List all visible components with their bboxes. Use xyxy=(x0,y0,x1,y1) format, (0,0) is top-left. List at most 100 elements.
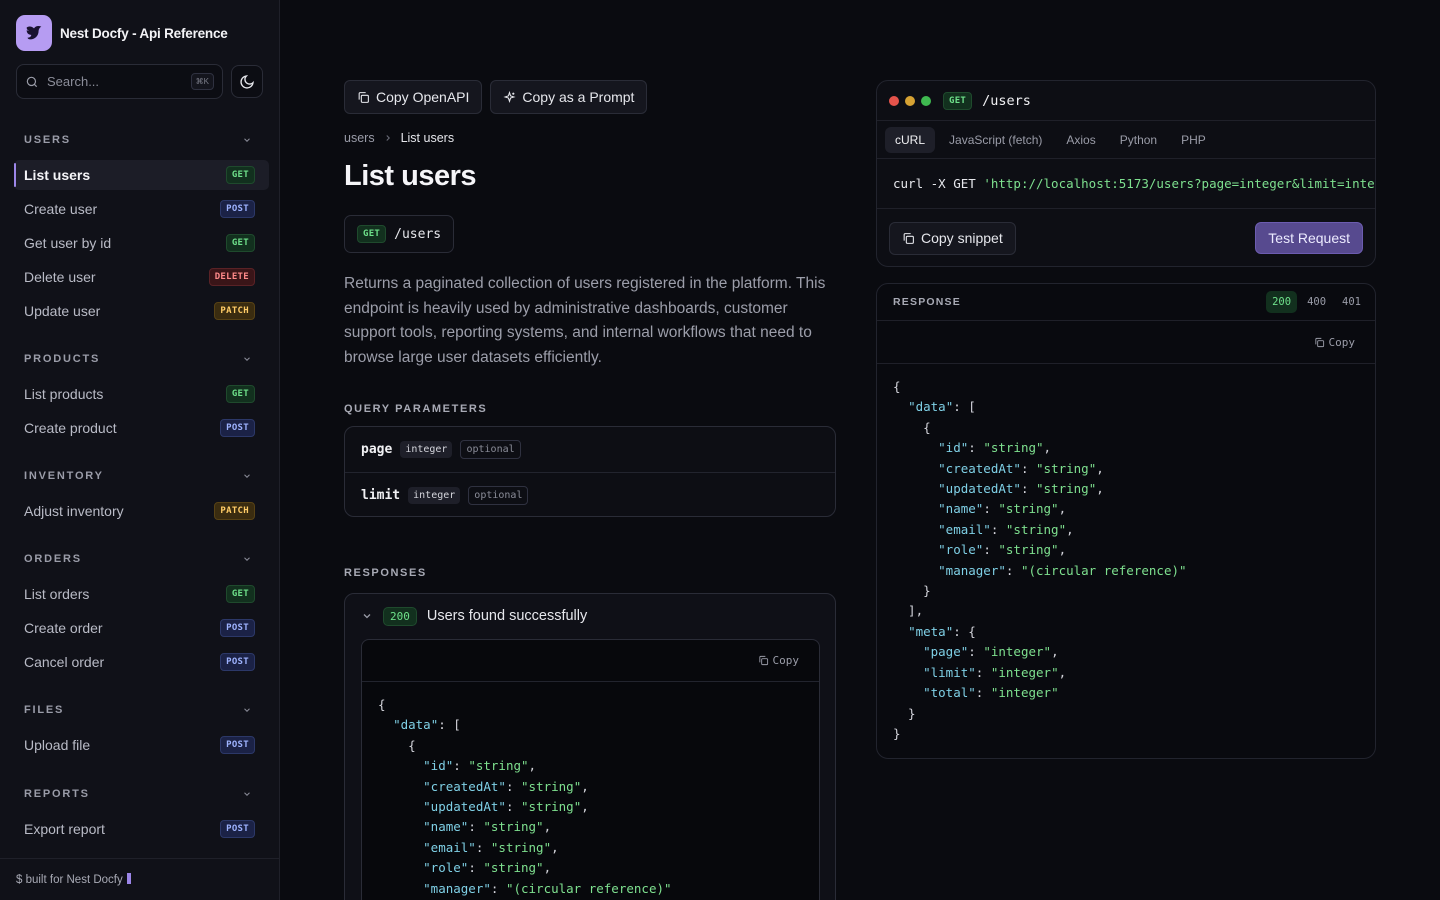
sidebar-item-label: Create product xyxy=(24,420,117,436)
method-badge: POST xyxy=(220,619,255,637)
tab-curl[interactable]: cURL xyxy=(885,126,936,153)
section-header[interactable]: USERS xyxy=(0,130,280,150)
tab-axios[interactable]: Axios xyxy=(1056,127,1105,153)
app-title: Nest Docfy - Api Reference xyxy=(60,25,228,41)
sidebar-item-upload-file[interactable]: Upload file POST xyxy=(14,730,269,760)
theme-toggle-button[interactable] xyxy=(231,65,263,98)
sidebar-section-reports: REPORTS Export report POST xyxy=(0,784,280,848)
sidebar-item-export-report[interactable]: Export report POST xyxy=(14,814,269,844)
sidebar-item-label: Cancel order xyxy=(24,654,105,670)
method-badge: GET xyxy=(225,585,255,603)
breadcrumb-parent[interactable]: users xyxy=(344,131,375,145)
test-request-button[interactable]: Test Request xyxy=(1255,222,1363,254)
response-header[interactable]: 200 Users found successfully xyxy=(345,594,835,638)
section-header[interactable]: FILES xyxy=(0,700,280,720)
search-icon xyxy=(26,76,38,87)
copy-snippet-label: Copy snippet xyxy=(921,230,1003,246)
sidebar-item-label: Upload file xyxy=(24,737,91,753)
copy-snippet-button[interactable]: Copy snippet xyxy=(889,221,1016,255)
param-row: page integer optional xyxy=(345,427,835,472)
response-code-block: Copy { "data": [ { "id": "string", "crea… xyxy=(361,639,820,900)
section-header[interactable]: ORDERS xyxy=(0,549,280,569)
response-panel: RESPONSE 200 400 401 Copy { "data": [ { … xyxy=(876,283,1376,759)
sidebar-item-list-products[interactable]: List products GET xyxy=(14,379,269,409)
sidebar-item-create-order[interactable]: Create order POST xyxy=(14,613,269,643)
method-badge: POST xyxy=(220,653,255,671)
param-type: integer xyxy=(408,486,461,504)
sidebar-item-cancel-order[interactable]: Cancel order POST xyxy=(14,647,269,677)
method-badge: POST xyxy=(220,419,255,437)
sidebar-item-update-user[interactable]: Update user PATCH xyxy=(14,296,269,326)
method-badge: DELETE xyxy=(208,268,255,286)
sidebar-section-orders: ORDERS List orders GET Create order POST Canc… xyxy=(0,549,280,681)
sidebar-item-create-user[interactable]: Create user POST xyxy=(14,194,269,224)
chevron-down-icon xyxy=(244,557,250,561)
sidebar-section-users: USERS List users GET Create user POST Get use… xyxy=(0,130,280,330)
sidebar-footer: $ built for Nest Docfy xyxy=(0,858,280,900)
endpoint-path: /users xyxy=(394,226,442,242)
status-tab-401[interactable]: 401 xyxy=(1336,291,1367,313)
method-badge: PATCH xyxy=(214,302,255,320)
sidebar-item-delete-user[interactable]: Delete user DELETE xyxy=(14,262,269,292)
copy-openapi-button[interactable]: Copy OpenAPI xyxy=(344,80,483,114)
search-placeholder: Search... xyxy=(47,74,100,89)
sidebar-item-label: Delete user xyxy=(24,269,96,285)
status-tab-200[interactable]: 200 xyxy=(1266,291,1298,313)
search-input[interactable]: Search... ⌘K xyxy=(16,64,223,99)
copy-prompt-button[interactable]: Copy as a Prompt xyxy=(490,80,648,114)
breadcrumb: users List users xyxy=(344,131,454,145)
copy-icon xyxy=(903,232,914,244)
section-header[interactable]: INVENTORY xyxy=(0,466,280,486)
endpoint-description: Returns a paginated collection of users … xyxy=(344,275,826,366)
param-flag: optional xyxy=(460,440,521,459)
brand[interactable]: Nest Docfy - Api Reference xyxy=(16,15,228,51)
tab-php[interactable]: PHP xyxy=(1171,127,1216,153)
sparkles-icon xyxy=(503,90,516,103)
copy-button[interactable]: Copy xyxy=(758,654,800,667)
param-name: page xyxy=(361,442,393,457)
method-badge: POST xyxy=(220,200,255,218)
sidebar-item-label: List products xyxy=(24,386,104,402)
window-dot-green xyxy=(921,95,931,106)
section-header[interactable]: REPORTS xyxy=(0,784,280,804)
sidebar-item-adjust-inventory[interactable]: Adjust inventory PATCH xyxy=(14,496,269,526)
copy-openapi-label: Copy OpenAPI xyxy=(376,89,470,105)
query-params-table: page integer optional limit integer opti… xyxy=(344,426,836,517)
sidebar-item-label: Create order xyxy=(24,620,103,636)
curl-command: curl -X GET xyxy=(893,176,984,191)
sidebar-item-list-users[interactable]: List users GET xyxy=(14,160,269,190)
chevron-down-icon xyxy=(244,792,250,796)
curl-snippet: curl -X GET 'http://localhost:5173/users… xyxy=(877,159,1375,209)
chevron-down-icon xyxy=(363,614,371,619)
copy-icon xyxy=(1314,337,1324,347)
sidebar-item-label: Get user by id xyxy=(24,235,112,251)
window-dot-red xyxy=(889,95,899,106)
method-badge: GET xyxy=(225,385,255,403)
status-tab-400[interactable]: 400 xyxy=(1301,291,1332,313)
copy-label: Copy xyxy=(772,654,800,667)
sidebar-item-label: Create user xyxy=(24,201,98,217)
sidebar-item-get-user-by-id[interactable]: Get user by id GET xyxy=(14,228,269,258)
responses-heading: RESPONSES xyxy=(344,567,427,579)
search-shortcut: ⌘K xyxy=(190,73,214,90)
response-json: { "data": [ { "id": "string", "createdAt… xyxy=(378,697,672,896)
tab-javascript[interactable]: JavaScript (fetch) xyxy=(939,127,1052,153)
copy-button[interactable]: Copy xyxy=(1314,335,1356,349)
status-tabs: 200 400 401 xyxy=(1266,291,1367,313)
curl-url: 'http://localhost:5173/users?page=intege… xyxy=(983,176,1375,191)
sidebar-item-list-orders[interactable]: List orders GET xyxy=(14,579,269,609)
method-badge: POST xyxy=(220,736,255,754)
section-header[interactable]: PRODUCTS xyxy=(0,349,280,369)
section-title: REPORTS xyxy=(24,788,90,800)
copy-label: Copy xyxy=(1328,335,1356,349)
sidebar-item-create-product[interactable]: Create product POST xyxy=(14,413,269,443)
chevron-right-icon xyxy=(385,135,390,141)
request-path: /users xyxy=(982,92,1031,109)
tab-python[interactable]: Python xyxy=(1110,127,1167,153)
param-type: integer xyxy=(400,441,453,458)
section-title: USERS xyxy=(24,134,71,146)
request-card: GET /users cURL JavaScript (fetch) Axios… xyxy=(876,80,1376,267)
code-toolbar: Copy xyxy=(362,640,819,682)
sidebar-item-label: Export report xyxy=(24,821,105,837)
request-actions: Copy snippet Test Request xyxy=(877,209,1375,266)
